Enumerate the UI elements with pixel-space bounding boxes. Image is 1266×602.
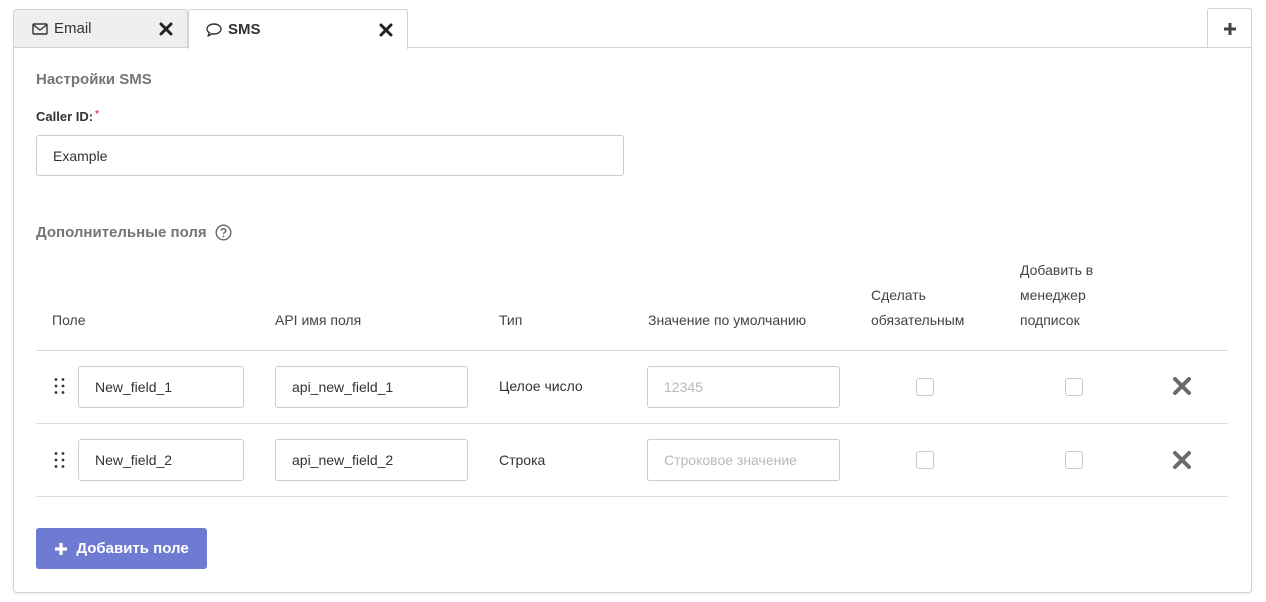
close-icon[interactable] <box>379 23 393 37</box>
envelope-icon <box>32 21 48 37</box>
tab-sms[interactable]: SMS <box>188 9 408 49</box>
field-name-input[interactable]: New_field_1 <box>78 366 244 408</box>
close-icon[interactable] <box>159 22 173 36</box>
add-field-button[interactable]: Добавить поле <box>36 528 207 569</box>
api-name-input[interactable]: api_new_field_2 <box>275 439 468 481</box>
column-header-api-name: API имя поля <box>275 312 362 328</box>
plus-icon <box>55 542 68 555</box>
column-header-field: Поле <box>52 312 86 328</box>
column-header-default: Значение по умолчанию <box>648 312 807 328</box>
tab-label: SMS <box>228 21 261 38</box>
column-header-subscription: Добавить в менеджер подписок <box>1020 262 1094 328</box>
subscription-checkbox[interactable] <box>1065 378 1083 396</box>
plus-icon <box>1223 22 1236 35</box>
field-name-input[interactable]: New_field_2 <box>78 439 244 481</box>
tab-label: Email <box>54 20 92 37</box>
required-checkbox[interactable] <box>916 451 934 469</box>
help-icon[interactable] <box>215 224 232 241</box>
divider <box>36 423 1228 424</box>
add-field-label: Добавить поле <box>76 540 189 557</box>
column-header-required: Сделать обязательным <box>871 287 965 328</box>
drag-handle-icon[interactable] <box>53 377 67 395</box>
divider <box>36 496 1228 497</box>
speech-bubble-icon <box>206 22 222 38</box>
default-value-input[interactable]: Строковое значение <box>647 439 840 481</box>
add-tab-button[interactable] <box>1207 8 1252 48</box>
extra-fields-title: Дополнительные поля <box>36 224 207 241</box>
caller-id-label: Caller ID: * <box>36 109 99 124</box>
required-mark: * <box>95 109 99 120</box>
default-value-input[interactable]: 12345 <box>647 366 840 408</box>
caller-id-input[interactable]: Example <box>36 135 624 176</box>
field-type: Строка <box>499 452 546 468</box>
divider <box>36 350 1228 351</box>
tab-email[interactable]: Email <box>13 9 188 48</box>
field-type: Целое число <box>499 378 583 394</box>
required-checkbox[interactable] <box>916 378 934 396</box>
subscription-checkbox[interactable] <box>1065 451 1083 469</box>
column-header-type: Тип <box>499 312 523 328</box>
sms-settings-title: Настройки SMS <box>36 71 152 88</box>
delete-field-icon[interactable] <box>1172 376 1192 396</box>
api-name-input[interactable]: api_new_field_1 <box>275 366 468 408</box>
delete-field-icon[interactable] <box>1172 450 1192 470</box>
drag-handle-icon[interactable] <box>53 451 67 469</box>
